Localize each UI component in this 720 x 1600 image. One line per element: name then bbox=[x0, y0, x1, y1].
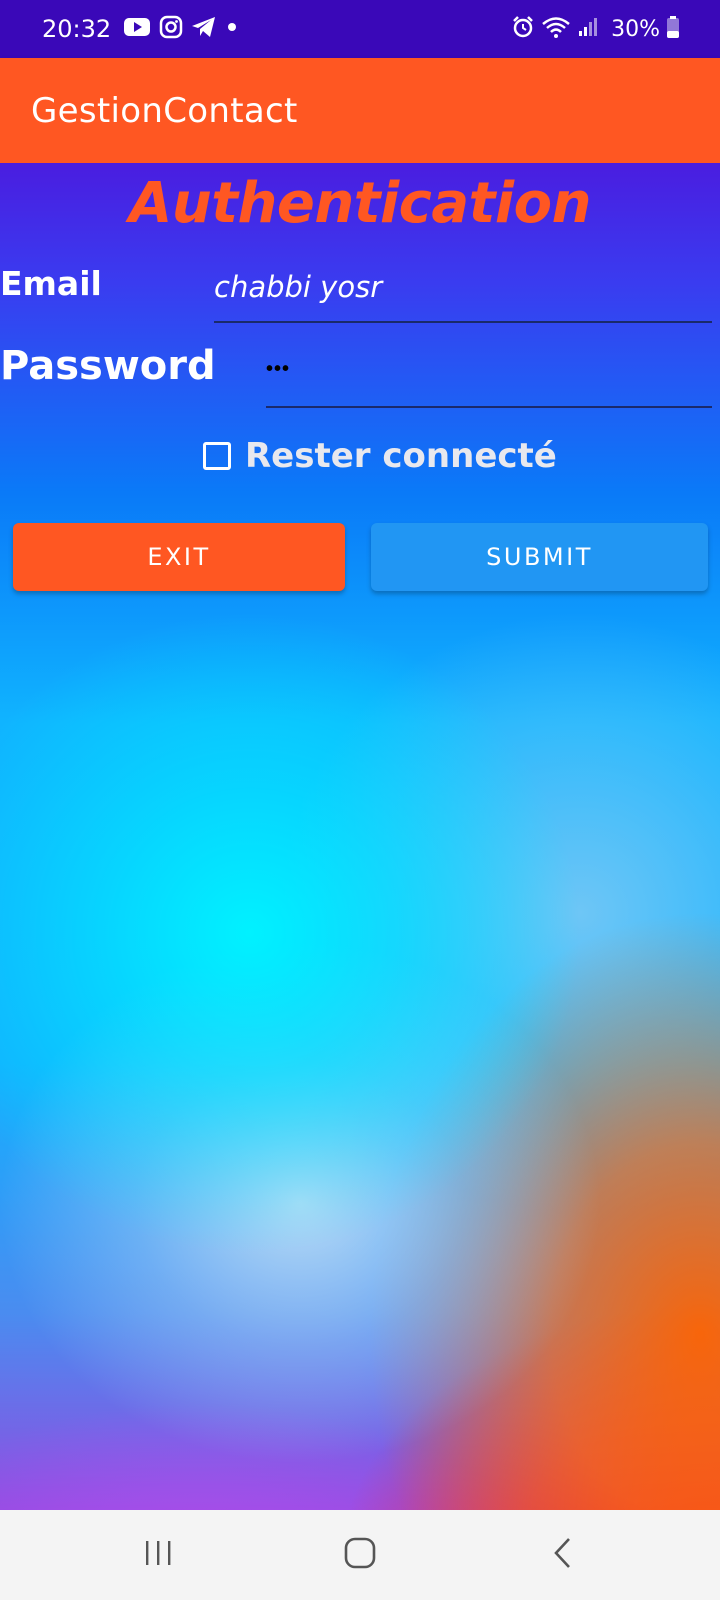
youtube-icon bbox=[123, 16, 151, 43]
exit-button[interactable]: EXIT bbox=[13, 523, 345, 591]
home-button[interactable] bbox=[315, 1510, 405, 1600]
submit-button[interactable]: SUBMIT bbox=[371, 523, 708, 591]
status-time: 20:32 bbox=[42, 15, 112, 43]
remember-me-label[interactable]: Rester connecté bbox=[245, 436, 557, 476]
password-input[interactable]: ••• bbox=[266, 346, 712, 408]
signal-icon bbox=[577, 16, 599, 43]
status-bar: 20:32 30% bbox=[0, 0, 720, 58]
app-bar: GestionContact bbox=[0, 58, 720, 163]
back-icon bbox=[550, 1536, 574, 1575]
navigation-bar bbox=[0, 1510, 720, 1600]
remember-me-checkbox[interactable]: Rester connecté bbox=[203, 436, 557, 476]
alarm-icon bbox=[511, 15, 535, 44]
instagram-icon bbox=[159, 15, 183, 44]
authentication-heading: Authentication bbox=[129, 171, 591, 236]
telegram-icon bbox=[191, 15, 217, 44]
back-button[interactable] bbox=[517, 1510, 607, 1600]
battery-percentage: 30% bbox=[611, 16, 660, 42]
recent-apps-icon bbox=[142, 1538, 174, 1573]
app-title: GestionContact bbox=[31, 90, 298, 131]
home-icon bbox=[343, 1536, 377, 1575]
notification-dot-icon bbox=[225, 20, 239, 39]
login-screen: Authentication Email chabbi yosr Passwor… bbox=[0, 163, 720, 1510]
password-label: Password bbox=[0, 343, 216, 389]
recent-apps-button[interactable] bbox=[113, 1510, 203, 1600]
email-input[interactable]: chabbi yosr bbox=[214, 263, 712, 323]
status-notification-icons bbox=[123, 15, 239, 44]
battery-icon bbox=[666, 15, 680, 44]
status-system-icons: 30% bbox=[511, 15, 680, 44]
email-label: Email bbox=[0, 264, 102, 303]
checkbox-icon[interactable] bbox=[203, 442, 231, 470]
wifi-icon bbox=[541, 15, 571, 44]
